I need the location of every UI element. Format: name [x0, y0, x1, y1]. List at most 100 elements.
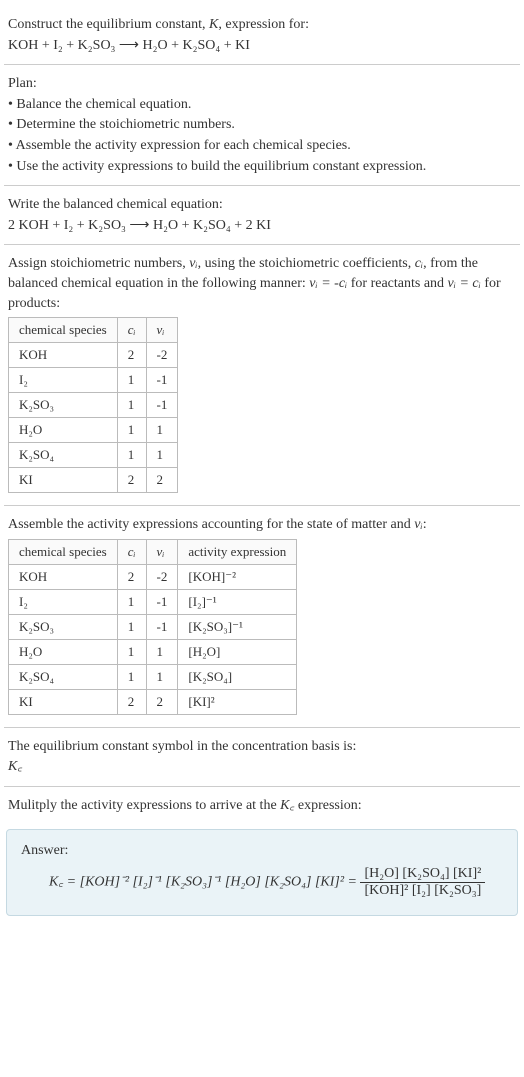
intro-text-a: Construct the equilibrium constant,	[8, 17, 209, 32]
rel2: νᵢ = cᵢ	[448, 276, 481, 291]
cell-ci: 1	[117, 614, 146, 639]
answer-label: Answer:	[21, 841, 503, 861]
cell-species: KOH	[9, 343, 118, 368]
table-row: K₂SO₃1-1[K₂SO₃]⁻¹	[9, 614, 297, 639]
activity-section: Assemble the activity expressions accoun…	[4, 508, 520, 725]
cell-nu: -2	[146, 564, 178, 589]
kc-symbol: K꜀	[8, 757, 516, 777]
stoich-intro-a: Assign stoichiometric numbers,	[8, 256, 189, 271]
cell-activity: [KI]²	[178, 689, 297, 714]
cell-species: K₂SO₃	[9, 393, 118, 418]
th-ci: cᵢ	[117, 539, 146, 564]
activity-intro-b: :	[423, 517, 427, 532]
th-nu: νᵢ	[146, 539, 178, 564]
stoich-intro-d: for reactants and	[347, 276, 447, 291]
cell-species: I₂	[9, 368, 118, 393]
table-row: KOH2-2[KOH]⁻²	[9, 564, 297, 589]
plan-bullet-4: • Use the activity expressions to build …	[8, 157, 516, 177]
kc-symbol: K꜀	[280, 798, 294, 813]
nu-symbol: νᵢ	[414, 517, 422, 532]
cell-species: K₂SO₄	[9, 664, 118, 689]
answer-box: Answer: K꜀ = [KOH]⁻² [I₂]⁻¹ [K₂SO₃]⁻¹ [H…	[6, 829, 518, 917]
table-row: KOH2-2	[9, 343, 178, 368]
cell-ci: 1	[117, 639, 146, 664]
table-row: I₂1-1	[9, 368, 178, 393]
cell-ci: 1	[117, 418, 146, 443]
cell-activity: [I₂]⁻¹	[178, 589, 297, 614]
cell-nu: 2	[146, 468, 178, 493]
cell-activity: [H₂O]	[178, 639, 297, 664]
cell-activity: [KOH]⁻²	[178, 564, 297, 589]
cell-ci: 2	[117, 689, 146, 714]
stoich-section: Assign stoichiometric numbers, νᵢ , using…	[4, 247, 520, 503]
activity-table: chemical species cᵢ νᵢ activity expressi…	[8, 539, 297, 715]
k-symbol: K	[209, 17, 218, 32]
plan-bullet-1: • Balance the chemical equation.	[8, 95, 516, 115]
table-header-row: chemical species cᵢ νᵢ activity expressi…	[9, 539, 297, 564]
activity-intro: Assemble the activity expressions accoun…	[8, 515, 516, 535]
cell-nu: 1	[146, 639, 178, 664]
cell-nu: -1	[146, 393, 178, 418]
th-activity: activity expression	[178, 539, 297, 564]
th-species: chemical species	[9, 539, 118, 564]
cell-ci: 2	[117, 468, 146, 493]
th-nu: νᵢ	[146, 318, 178, 343]
divider	[4, 244, 520, 245]
th-species: chemical species	[9, 318, 118, 343]
intro-text-b: , expression for:	[218, 17, 309, 32]
cell-nu: -1	[146, 614, 178, 639]
balanced-heading: Write the balanced chemical equation:	[8, 195, 516, 215]
table-row: K₂SO₄11[K₂SO₄]	[9, 664, 297, 689]
th-ci: cᵢ	[117, 318, 146, 343]
multiply-a: Mulitply the activity expressions to arr…	[8, 798, 280, 813]
stoich-table: chemical species cᵢ νᵢ KOH2-2 I₂1-1 K₂SO…	[8, 317, 178, 493]
cell-nu: -2	[146, 343, 178, 368]
divider	[4, 185, 520, 186]
answer-denominator: [KOH]² [I₂] [K₂SO₃]	[360, 883, 485, 899]
table-row: K₂SO₃1-1	[9, 393, 178, 418]
balanced-equation: 2 KOH + I₂ + K₂SO₃ ⟶ H₂O + K₂SO₄ + 2 KI	[8, 216, 516, 236]
divider	[4, 64, 520, 65]
intro-line1: Construct the equilibrium constant, K, e…	[8, 15, 516, 35]
symbol-line: The equilibrium constant symbol in the c…	[8, 737, 516, 757]
divider	[4, 505, 520, 506]
cell-species: I₂	[9, 589, 118, 614]
ci-symbol: cᵢ	[415, 256, 423, 271]
table-row: KI22[KI]²	[9, 689, 297, 714]
cell-nu: 1	[146, 418, 178, 443]
stoich-intro-b: , using the stoichiometric coefficients,	[198, 256, 415, 271]
table-row: I₂1-1[I₂]⁻¹	[9, 589, 297, 614]
intro-section: Construct the equilibrium constant, K, e…	[4, 8, 520, 62]
symbol-section: The equilibrium constant symbol in the c…	[4, 730, 520, 784]
multiply-b: expression:	[294, 798, 361, 813]
table-row: H₂O11[H₂O]	[9, 639, 297, 664]
cell-species: H₂O	[9, 418, 118, 443]
cell-ci: 1	[117, 393, 146, 418]
answer-equation: K꜀ = [KOH]⁻² [I₂]⁻¹ [K₂SO₃]⁻¹ [H₂O] [K₂S…	[21, 866, 503, 899]
balanced-section: Write the balanced chemical equation: 2 …	[4, 188, 520, 242]
cell-ci: 2	[117, 343, 146, 368]
multiply-section: Mulitply the activity expressions to arr…	[4, 789, 520, 823]
plan-bullet-3: • Assemble the activity expression for e…	[8, 136, 516, 156]
activity-intro-a: Assemble the activity expressions accoun…	[8, 517, 414, 532]
cell-species: KOH	[9, 564, 118, 589]
plan-heading: Plan:	[8, 74, 516, 94]
table-row: H₂O11	[9, 418, 178, 443]
cell-ci: 2	[117, 564, 146, 589]
cell-ci: 1	[117, 443, 146, 468]
cell-nu: -1	[146, 589, 178, 614]
cell-ci: 1	[117, 664, 146, 689]
cell-nu: 2	[146, 689, 178, 714]
cell-species: K₂SO₄	[9, 443, 118, 468]
cell-species: KI	[9, 468, 118, 493]
cell-species: KI	[9, 689, 118, 714]
stoich-intro: Assign stoichiometric numbers, νᵢ, using…	[8, 254, 516, 313]
plan-bullet-2: • Determine the stoichiometric numbers.	[8, 115, 516, 135]
cell-nu: -1	[146, 368, 178, 393]
cell-activity: [K₂SO₃]⁻¹	[178, 614, 297, 639]
answer-numerator: [H₂O] [K₂SO₄] [KI]²	[360, 866, 485, 883]
answer-lhs: K꜀ = [KOH]⁻² [I₂]⁻¹ [K₂SO₃]⁻¹ [H₂O] [K₂S…	[49, 875, 360, 890]
cell-ci: 1	[117, 368, 146, 393]
plan-section: Plan: • Balance the chemical equation. •…	[4, 67, 520, 183]
multiply-line: Mulitply the activity expressions to arr…	[8, 796, 516, 816]
